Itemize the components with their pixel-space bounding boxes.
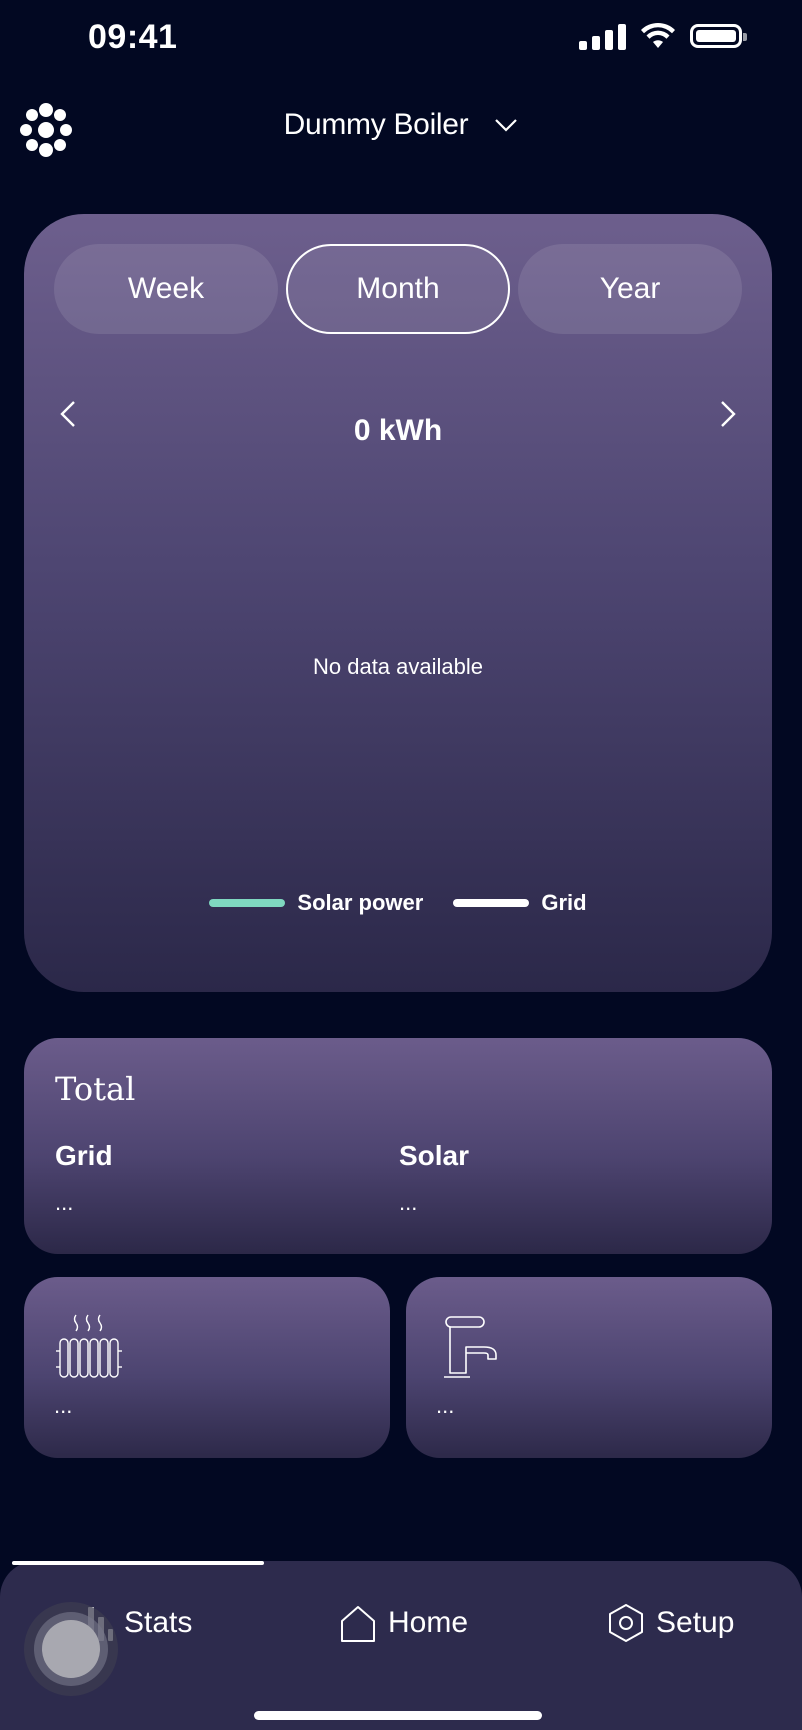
- tab-month[interactable]: Month: [286, 244, 510, 334]
- bottom-navigation: Stats Home Setup: [0, 1561, 802, 1730]
- legend-swatch-grid: [453, 899, 530, 907]
- chart-legend: Solar power Grid: [24, 890, 772, 916]
- home-indicator[interactable]: [254, 1711, 542, 1720]
- hot-water-value: ...: [436, 1393, 455, 1418]
- faucet-icon: [444, 1316, 497, 1378]
- totals-grid: Grid ...: [55, 1140, 113, 1216]
- wifi-icon: [641, 22, 675, 48]
- energy-chart-card: Week Month Year 0 kWh No data available …: [24, 214, 772, 992]
- no-data-message: No data available: [312, 654, 483, 679]
- nav-setup-label: Setup: [656, 1606, 735, 1639]
- home-icon: [341, 1606, 375, 1642]
- cellular-signal-icon: [579, 22, 626, 50]
- legend-swatch-solar: [209, 899, 286, 907]
- tab-year[interactable]: Year: [518, 244, 742, 334]
- status-time: 09:41: [88, 18, 178, 56]
- battery-icon: [690, 24, 747, 48]
- heating-tile[interactable]: ...: [24, 1277, 390, 1458]
- setup-icon: [609, 1604, 643, 1642]
- energy-total: 0 kWh: [353, 414, 443, 447]
- totals-solar: Solar ...: [399, 1140, 469, 1216]
- chevron-down-icon: [495, 119, 518, 132]
- nav-home-label: Home: [388, 1606, 469, 1639]
- device-selector[interactable]: Dummy Boiler: [0, 108, 802, 142]
- radiator-icon: [56, 1314, 122, 1378]
- legend-entry-solar: Solar power: [209, 890, 423, 916]
- period-tabs: Week Month Year: [54, 244, 742, 334]
- totals-card[interactable]: Total Grid ... Solar ...: [24, 1038, 772, 1254]
- totals-grid-label: Grid: [55, 1140, 113, 1171]
- totals-solar-label: Solar: [399, 1140, 470, 1171]
- totals-solar-value: ...: [399, 1190, 418, 1215]
- status-bar: 09:41: [0, 0, 802, 80]
- tab-week[interactable]: Week: [54, 244, 278, 334]
- legend-entry-grid: Grid: [453, 890, 587, 916]
- assistive-touch-button[interactable]: [24, 1602, 118, 1696]
- status-icons: [579, 22, 747, 50]
- heating-value: ...: [54, 1393, 73, 1418]
- totals-title: Total: [55, 1070, 136, 1108]
- totals-grid-value: ...: [55, 1190, 74, 1215]
- nav-stats-label: Stats: [124, 1606, 193, 1639]
- legend-label-grid: Grid: [541, 890, 587, 915]
- nav-home[interactable]: Home: [338, 1603, 468, 1643]
- hot-water-tile[interactable]: ...: [406, 1277, 772, 1458]
- legend-label-solar: Solar power: [297, 890, 424, 915]
- device-name: Dummy Boiler: [283, 108, 469, 141]
- nav-setup[interactable]: Setup: [606, 1603, 734, 1643]
- active-tab-indicator: [12, 1561, 264, 1565]
